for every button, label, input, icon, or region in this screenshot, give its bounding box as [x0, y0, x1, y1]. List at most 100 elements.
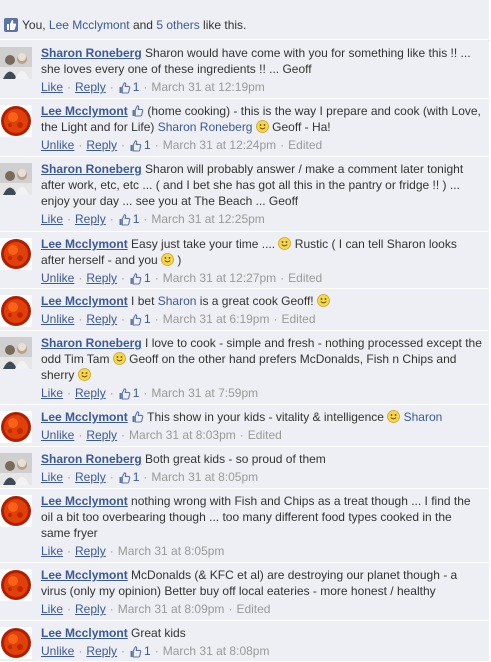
separator-dot: · [143, 80, 148, 94]
liker-link[interactable]: Lee Mcclymont [49, 18, 130, 32]
comment-item: Lee Mcclymont I bet Sharon is a great co… [0, 289, 489, 331]
smiley-icon [77, 368, 91, 381]
unlike-button[interactable]: Unlike [41, 137, 74, 153]
like-count[interactable]: 1 [144, 311, 151, 327]
avatar-lee[interactable] [0, 495, 32, 527]
avatar-sharon[interactable] [0, 337, 32, 369]
comment-actions: Like · Reply · 1 · March 31 at 12:25pm [41, 211, 483, 227]
comment-author[interactable]: Lee Mcclymont [41, 237, 128, 251]
timestamp[interactable]: March 31 at 8:08pm [163, 643, 270, 659]
reply-button[interactable]: Reply [75, 469, 106, 485]
comment-author[interactable]: Sharon Roneberg [41, 162, 142, 176]
comment-author[interactable]: Lee Mcclymont [41, 294, 128, 308]
comment-author[interactable]: Sharon Roneberg [41, 336, 142, 350]
avatar-lee[interactable] [0, 105, 32, 137]
unlike-button[interactable]: Unlike [41, 311, 74, 327]
reply-button[interactable]: Reply [75, 543, 106, 559]
like-count[interactable]: 1 [144, 270, 151, 286]
avatar-sharon[interactable] [0, 453, 32, 485]
separator-dot: · [67, 80, 72, 94]
like-count[interactable]: 1 [144, 643, 151, 659]
smiley-icon [317, 294, 330, 307]
separator-dot: · [109, 602, 114, 616]
separator-dot: · [109, 386, 114, 400]
avatar-lee[interactable] [0, 238, 32, 270]
separator-dot: · [143, 470, 148, 484]
edited-label[interactable]: Edited [236, 601, 270, 617]
comment-actions: Like · Reply · March 31 at 8:05pm [41, 543, 483, 559]
comment-author[interactable]: Lee Mcclymont [41, 410, 128, 424]
comment-actions: Unlike · Reply · 1 · March 31 at 8:08pm [41, 643, 483, 659]
comment-actions: Like · Reply · 1 · March 31 at 7:59pm [41, 385, 483, 401]
others-link[interactable]: 5 others [156, 18, 199, 32]
comment-author[interactable]: Lee Mcclymont [41, 494, 128, 508]
reply-button[interactable]: Reply [75, 601, 106, 617]
timestamp[interactable]: March 31 at 8:09pm [118, 601, 225, 617]
like-button[interactable]: Like [41, 385, 63, 401]
comment-author[interactable]: Lee Mcclymont [41, 104, 128, 118]
reply-button[interactable]: Reply [75, 211, 106, 227]
timestamp[interactable]: March 31 at 7:59pm [151, 385, 258, 401]
comment-text: Geoff - Ha! [268, 120, 331, 134]
separator-dot: · [154, 644, 159, 658]
avatar-sharon[interactable] [0, 47, 32, 79]
avatar-sharon[interactable] [0, 163, 32, 195]
like-button[interactable]: Like [41, 543, 63, 559]
comment-item: Lee Mcclymont nothing wrong with Fish an… [0, 489, 489, 563]
separator-dot: · [280, 138, 285, 152]
separator-dot: · [154, 138, 159, 152]
unlike-button[interactable]: Unlike [41, 427, 74, 443]
timestamp[interactable]: March 31 at 12:27pm [163, 270, 276, 286]
reply-button[interactable]: Reply [86, 270, 117, 286]
timestamp[interactable]: March 31 at 8:03pm [129, 427, 236, 443]
avatar-lee[interactable] [0, 411, 32, 443]
comment-author[interactable]: Lee Mcclymont [41, 626, 128, 640]
edited-label[interactable]: Edited [281, 311, 315, 327]
edited-label[interactable]: Edited [288, 137, 322, 153]
timestamp[interactable]: March 31 at 12:24pm [163, 137, 276, 153]
like-count[interactable]: 1 [144, 137, 151, 153]
comment-author[interactable]: Sharon Roneberg [41, 452, 142, 466]
likes-middle: and [129, 17, 157, 32]
timestamp[interactable]: March 31 at 6:19pm [163, 311, 270, 327]
like-count[interactable]: 1 [133, 211, 140, 227]
separator-dot: · [78, 312, 83, 326]
mention-link[interactable]: Sharon [404, 410, 443, 424]
timestamp[interactable]: March 31 at 12:19pm [151, 79, 264, 95]
comment-author[interactable]: Lee Mcclymont [41, 568, 128, 582]
separator-dot: · [67, 544, 72, 558]
reply-button[interactable]: Reply [86, 643, 117, 659]
mention-link[interactable]: Sharon [158, 294, 197, 308]
edited-label[interactable]: Edited [248, 427, 282, 443]
like-button[interactable]: Like [41, 601, 63, 617]
mention-link[interactable]: Sharon Roneberg [158, 120, 253, 134]
avatar-lee[interactable] [0, 295, 32, 327]
avatar-lee[interactable] [0, 569, 32, 601]
smiley-icon [387, 410, 401, 423]
edited-label[interactable]: Edited [288, 270, 322, 286]
avatar-lee[interactable] [0, 627, 32, 659]
reply-button[interactable]: Reply [86, 427, 117, 443]
comment-item: Sharon Roneberg I love to cook - simple … [0, 331, 489, 405]
unlike-button[interactable]: Unlike [41, 270, 74, 286]
timestamp[interactable]: March 31 at 8:05pm [118, 543, 225, 559]
timestamp[interactable]: March 31 at 8:05pm [151, 469, 258, 485]
separator-dot: · [109, 212, 114, 226]
reply-button[interactable]: Reply [86, 137, 117, 153]
like-count[interactable]: 1 [133, 469, 140, 485]
like-button[interactable]: Like [41, 79, 63, 95]
comment-item: Lee Mcclymont Great kids Unlike · Reply · 1 ·… [0, 621, 489, 661]
like-button[interactable]: Like [41, 469, 63, 485]
like-button[interactable]: Like [41, 211, 63, 227]
like-count[interactable]: 1 [133, 79, 140, 95]
reply-button[interactable]: Reply [75, 79, 106, 95]
unlike-button[interactable]: Unlike [41, 643, 74, 659]
like-count[interactable]: 1 [133, 385, 140, 401]
reply-button[interactable]: Reply [86, 311, 117, 327]
timestamp[interactable]: March 31 at 12:25pm [151, 211, 264, 227]
separator-dot: · [78, 138, 83, 152]
separator-dot: · [154, 271, 159, 285]
comment-author[interactable]: Sharon Roneberg [41, 46, 142, 60]
thumbs-up-icon [118, 81, 131, 94]
reply-button[interactable]: Reply [75, 385, 106, 401]
